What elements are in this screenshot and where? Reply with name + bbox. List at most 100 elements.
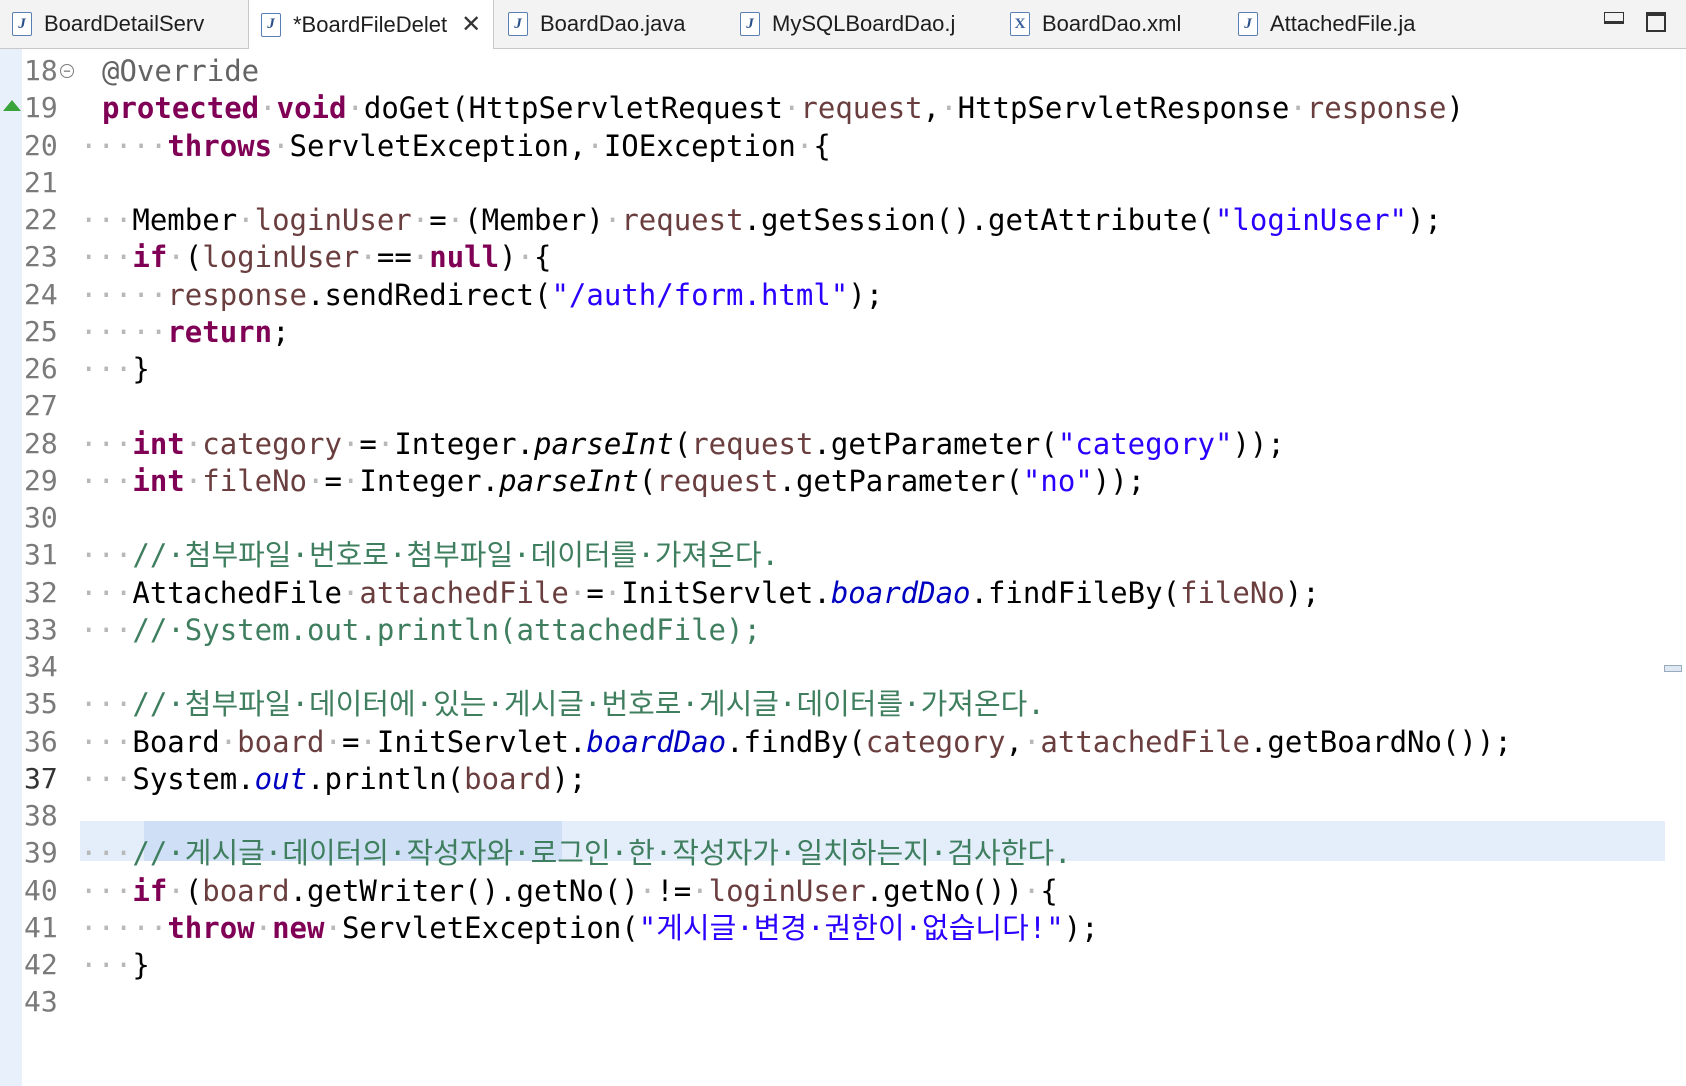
code-token: "no" bbox=[1022, 463, 1093, 498]
code-token: { bbox=[534, 240, 552, 275]
code-token: throws bbox=[167, 128, 273, 163]
code-token: · bbox=[691, 873, 709, 908]
code-token: ); bbox=[1063, 910, 1099, 945]
code-token: · bbox=[341, 463, 360, 498]
code-token: null bbox=[429, 240, 500, 275]
tab-boarddetailservlet[interactable]: J BoardDetailServ bbox=[12, 0, 248, 48]
code-token: ··· bbox=[80, 352, 133, 386]
editor-tab-bar: J BoardDetailServ J *BoardFileDelet ✕ J … bbox=[0, 0, 1686, 49]
code-token: · bbox=[940, 91, 958, 126]
code-token: · bbox=[272, 128, 290, 163]
code-token: loginUser bbox=[254, 203, 412, 237]
code-token: = bbox=[586, 575, 604, 610]
line-number: 28 bbox=[24, 426, 58, 460]
code-token: parseInt bbox=[534, 426, 674, 461]
code-token: ··· bbox=[80, 761, 133, 796]
code-token: attachedFile bbox=[1040, 724, 1250, 759]
code-token: ··· bbox=[80, 575, 133, 610]
tab-label: BoardDetailServ bbox=[44, 11, 205, 36]
line-number: 18 bbox=[24, 54, 58, 87]
code-token: · bbox=[167, 240, 185, 275]
code-token: ····· bbox=[80, 910, 168, 945]
code-token: ) bbox=[499, 240, 517, 275]
code-token: .getParameter( bbox=[813, 426, 1058, 461]
line-number: 29 bbox=[24, 463, 58, 497]
code-token: · bbox=[586, 128, 604, 163]
tab-boarddao-xml[interactable]: X BoardDao.xml bbox=[1010, 0, 1220, 48]
code-token: (Member) bbox=[464, 203, 604, 237]
code-line: ···if·(board.getWriter().getNo()·!=·logi… bbox=[80, 871, 1058, 911]
code-token: ); bbox=[1284, 575, 1320, 610]
code-line: ···int·category·=·Integer.parseInt(reque… bbox=[80, 424, 1285, 464]
code-line: @Override bbox=[102, 51, 259, 91]
code-token: · bbox=[782, 91, 801, 126]
minimize-icon[interactable] bbox=[1604, 12, 1624, 24]
code-token: .getParameter( bbox=[778, 463, 1023, 498]
code-token: · bbox=[638, 873, 657, 908]
tab-mysqlboarddao[interactable]: J MySQLBoardDao.j bbox=[740, 0, 980, 48]
tab-label: AttachedFile.ja bbox=[1270, 11, 1416, 36]
tab-attachedfile[interactable]: J AttachedFile.ja bbox=[1238, 0, 1458, 48]
code-token: · bbox=[259, 91, 277, 126]
code-token: = bbox=[341, 724, 360, 759]
code-token: //·첨부파일·번호로·첨부파일·데이터를·가져온다. bbox=[132, 538, 779, 573]
code-token: ServletException, bbox=[289, 128, 587, 163]
code-token: .println( bbox=[307, 761, 465, 796]
code-token: IOException bbox=[603, 128, 796, 163]
code-token: · bbox=[307, 463, 325, 498]
code-token: void bbox=[276, 91, 347, 126]
code-line: ···Member·loginUser·=·(Member)·request.g… bbox=[80, 200, 1442, 240]
code-token: · bbox=[219, 724, 238, 759]
line-number: 34 bbox=[24, 650, 58, 683]
overview-ruler-marker[interactable] bbox=[1664, 665, 1682, 672]
code-token: response bbox=[1306, 91, 1447, 126]
code-token: · bbox=[1022, 724, 1041, 759]
code-token: { bbox=[813, 128, 831, 163]
code-line: ···//·System.out.println(attachedFile); bbox=[80, 610, 761, 650]
code-token: = bbox=[429, 203, 447, 237]
code-token: "category" bbox=[1057, 426, 1233, 461]
tab-boardfiledeleteservlet[interactable]: J *BoardFileDelet ✕ bbox=[248, 0, 494, 49]
code-token: "loginUser" bbox=[1214, 203, 1408, 237]
code-token: · bbox=[184, 426, 203, 461]
code-token: ··· bbox=[80, 426, 133, 461]
code-token: InitServlet. bbox=[376, 724, 587, 759]
close-icon[interactable]: ✕ bbox=[461, 10, 481, 39]
code-token: loginUser bbox=[202, 240, 360, 275]
line-number: 26 bbox=[24, 352, 58, 385]
line-number: 30 bbox=[24, 501, 58, 534]
code-line: ···int·fileNo·=·Integer.parseInt(request… bbox=[80, 461, 1145, 501]
overview-gutter bbox=[0, 49, 22, 1086]
code-token: request bbox=[656, 463, 779, 498]
code-token: ··· bbox=[80, 948, 133, 982]
code-token: ··· bbox=[80, 724, 133, 759]
code-token: · bbox=[184, 463, 203, 498]
code-token: ····· bbox=[80, 277, 168, 312]
line-number: 25 bbox=[24, 314, 58, 348]
tab-label: *BoardFileDelet bbox=[293, 11, 448, 37]
code-token: } bbox=[132, 352, 150, 386]
code-line: ···if·(loginUser·==·null)·{ bbox=[80, 237, 552, 277]
code-token: · bbox=[341, 575, 360, 610]
code-token: · bbox=[324, 724, 342, 759]
line-number: 36 bbox=[24, 724, 58, 758]
code-token: , bbox=[922, 91, 941, 126]
maximize-icon[interactable] bbox=[1646, 12, 1666, 32]
collapse-icon[interactable]: − bbox=[60, 64, 74, 78]
code-token: category bbox=[865, 724, 1006, 759]
xml-file-icon: X bbox=[1010, 12, 1030, 36]
code-token: · bbox=[411, 240, 430, 275]
override-marker-icon[interactable] bbox=[3, 100, 21, 112]
code-token: new bbox=[272, 910, 325, 945]
line-number: 27 bbox=[24, 389, 58, 423]
code-line: ·····return; bbox=[80, 312, 290, 352]
code-token: ); bbox=[848, 277, 884, 312]
tab-boarddao-java[interactable]: J BoardDao.java bbox=[508, 0, 728, 48]
code-token: ··· bbox=[80, 836, 133, 871]
code-token: != bbox=[656, 873, 692, 908]
code-token: if bbox=[132, 240, 168, 275]
code-token: .findFileBy( bbox=[970, 575, 1181, 610]
line-number: 42 bbox=[24, 948, 58, 981]
code-token: ( bbox=[673, 426, 692, 461]
code-token: request bbox=[691, 426, 814, 461]
